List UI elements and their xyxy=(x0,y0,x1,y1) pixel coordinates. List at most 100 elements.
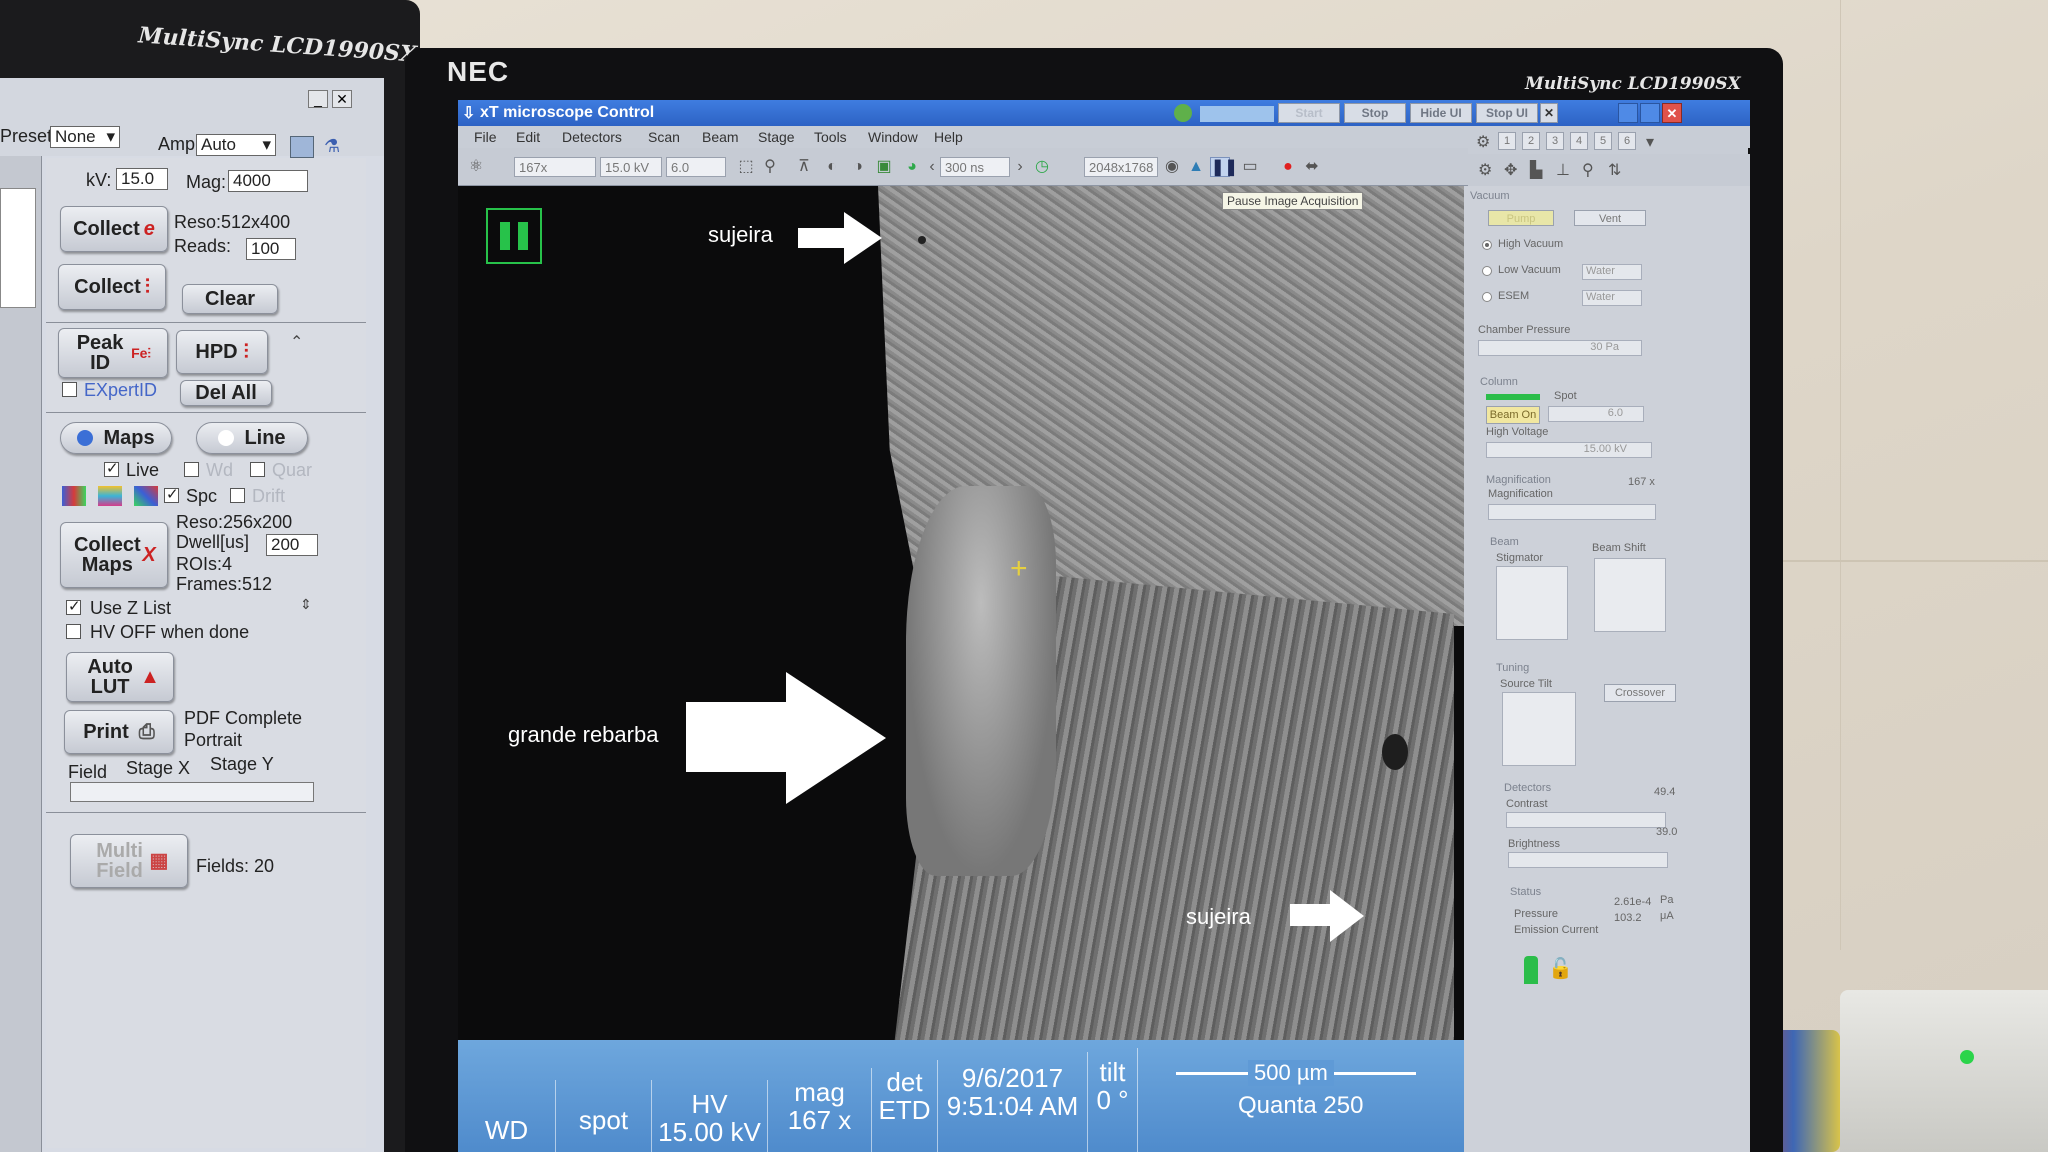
amp-select[interactable]: Auto ▾ xyxy=(196,134,276,156)
brightness-slider[interactable] xyxy=(1508,852,1668,868)
dwell-field[interactable]: 200 xyxy=(266,534,318,556)
record-icon[interactable]: ● xyxy=(1278,157,1298,177)
fit-icon[interactable]: ⬌ xyxy=(1302,157,1322,177)
map-icon-2[interactable] xyxy=(98,486,122,506)
chevron-left-icon[interactable]: ‹ xyxy=(922,157,942,177)
hpd-button[interactable]: HPD ⫶ xyxy=(176,330,268,374)
scan-speed-icon[interactable]: ◷ xyxy=(1032,157,1052,177)
wd-checkbox[interactable] xyxy=(184,462,199,477)
quad-button-2[interactable]: 2 xyxy=(1522,132,1540,150)
panel-settings-icon[interactable]: ⚙ xyxy=(1478,160,1492,180)
maps-toggle[interactable]: Maps xyxy=(60,422,172,454)
snapshot-icon[interactable]: ◉ xyxy=(1162,157,1182,177)
quad-settings-icon[interactable]: ⚙ xyxy=(1476,132,1490,152)
peak-id-button[interactable]: Peak ID Fe⫶ xyxy=(58,328,168,378)
print-button[interactable]: Print ⎙ xyxy=(64,710,174,754)
menu-scan[interactable]: Scan xyxy=(648,129,680,145)
pause-icon[interactable]: ❚❚ xyxy=(1210,157,1238,177)
detector-icon[interactable]: ⊥ xyxy=(1556,160,1570,180)
video-scope-icon[interactable]: ◕ xyxy=(902,157,922,177)
beam-shift-pad[interactable] xyxy=(1594,558,1666,632)
auto-lut-button[interactable]: Auto LUT ▲ xyxy=(66,652,174,702)
magnification-slider[interactable] xyxy=(1488,504,1656,520)
mirror-icon[interactable]: ⊼ xyxy=(794,157,814,177)
beam-on-button[interactable]: Beam On xyxy=(1486,406,1540,424)
high-vacuum-radio[interactable] xyxy=(1482,240,1492,250)
quan-checkbox[interactable] xyxy=(250,462,265,477)
zoom-icon[interactable]: ⬚ xyxy=(736,157,756,177)
move-icon[interactable]: ✥ xyxy=(1504,160,1517,180)
spc-checkbox[interactable] xyxy=(164,485,179,503)
brightness-icon[interactable]: ◑ xyxy=(848,157,868,177)
photo-icon[interactable]: ▲ xyxy=(1186,157,1206,177)
collect-spectrum-button[interactable]: Collect ⫶ xyxy=(58,264,166,310)
live-checkbox[interactable] xyxy=(104,459,119,477)
tool-icon[interactable]: ⚗ xyxy=(324,136,348,158)
menu-window[interactable]: Window xyxy=(868,129,918,145)
quad-button-3[interactable]: 3 xyxy=(1546,132,1564,150)
high-voltage-field[interactable]: 15.0 kV xyxy=(600,157,662,177)
use-z-list-checkbox[interactable] xyxy=(66,597,81,615)
tuning-icon[interactable]: ⇅ xyxy=(1608,160,1621,180)
kv-field[interactable]: 15.0 xyxy=(116,168,168,190)
stigmator-icon[interactable]: ⚲ xyxy=(760,157,780,177)
chevron-right-icon[interactable]: › xyxy=(1010,157,1030,177)
menu-edit[interactable]: Edit xyxy=(516,129,540,145)
reads-field[interactable]: 100 xyxy=(246,238,296,260)
line-toggle[interactable]: Line xyxy=(196,422,308,454)
image-icon[interactable]: ▣ xyxy=(874,157,894,177)
mode-icon[interactable]: ▭ xyxy=(1240,157,1260,177)
align-icon[interactable]: ⚲ xyxy=(1582,160,1594,180)
stop-button[interactable]: Stop xyxy=(1344,103,1406,123)
multi-field-button[interactable]: Multi Field ▦ xyxy=(70,834,188,888)
expertid-checkbox[interactable] xyxy=(62,382,77,397)
expand-icon[interactable]: ⇕ xyxy=(300,596,312,613)
contrast-slider[interactable] xyxy=(1506,812,1666,828)
high-voltage-field[interactable]: 15.00 kV xyxy=(1486,442,1652,458)
menu-help[interactable]: Help xyxy=(934,129,963,145)
mag-field[interactable]: 4000 xyxy=(228,170,308,192)
window-close-button[interactable]: ✕ xyxy=(1662,103,1682,123)
chamber-pressure-field[interactable]: 30 Pa xyxy=(1478,340,1642,356)
contrast-icon[interactable]: ◐ xyxy=(822,157,842,177)
drift-checkbox[interactable] xyxy=(230,488,245,503)
quad-button-6[interactable]: 6 xyxy=(1618,132,1636,150)
gas-select-2[interactable]: Water xyxy=(1582,290,1642,306)
quad-button-1[interactable]: 1 xyxy=(1498,132,1516,150)
pump-button[interactable]: Pump xyxy=(1488,210,1554,226)
spectrum-view-icon[interactable] xyxy=(290,136,314,158)
resolution-field[interactable]: 2048x1768 xyxy=(1084,157,1158,177)
quad-button-5[interactable]: 5 xyxy=(1594,132,1612,150)
esem-radio[interactable] xyxy=(1482,292,1492,302)
window-min-button[interactable] xyxy=(1618,103,1638,123)
menu-tools[interactable]: Tools xyxy=(814,129,847,145)
position-field[interactable] xyxy=(70,782,314,802)
hv-off-checkbox[interactable] xyxy=(66,624,81,639)
window-max-button[interactable] xyxy=(1640,103,1660,123)
close-icon[interactable]: ✕ xyxy=(1540,103,1558,123)
collect-maps-button[interactable]: Collect Maps X xyxy=(60,522,168,588)
gas-select-1[interactable]: Water xyxy=(1582,264,1642,280)
stop-ui-button[interactable]: Stop UI xyxy=(1476,103,1538,123)
dwell-field[interactable]: 300 ns xyxy=(940,157,1010,177)
spot-field[interactable]: 6.0 xyxy=(666,157,726,177)
clear-button[interactable]: Clear xyxy=(182,284,278,314)
spot-field[interactable]: 6.0 xyxy=(1548,406,1644,422)
chevron-down-icon[interactable]: ▾ xyxy=(1646,132,1654,152)
preset-select[interactable]: None ▾ xyxy=(50,126,120,148)
minimize-button[interactable]: _ xyxy=(308,90,328,108)
collapse-icon[interactable]: ⌃ xyxy=(290,332,303,352)
menu-detectors[interactable]: Detectors xyxy=(562,129,622,145)
beam-icon[interactable]: ⚛ xyxy=(466,157,486,177)
source-tilt-pad[interactable] xyxy=(1502,692,1576,766)
vent-button[interactable]: Vent xyxy=(1574,210,1646,226)
start-button[interactable]: Start xyxy=(1278,103,1340,123)
crossover-button[interactable]: Crossover xyxy=(1604,684,1676,702)
menu-file[interactable]: File xyxy=(474,129,497,145)
menu-stage[interactable]: Stage xyxy=(758,129,795,145)
del-all-button[interactable]: Del All xyxy=(180,380,272,406)
quad-button-4[interactable]: 4 xyxy=(1570,132,1588,150)
menu-beam[interactable]: Beam xyxy=(702,129,739,145)
lock-icon[interactable]: 🔓 xyxy=(1548,956,1573,981)
collect-e-button[interactable]: Collect e xyxy=(60,206,168,252)
